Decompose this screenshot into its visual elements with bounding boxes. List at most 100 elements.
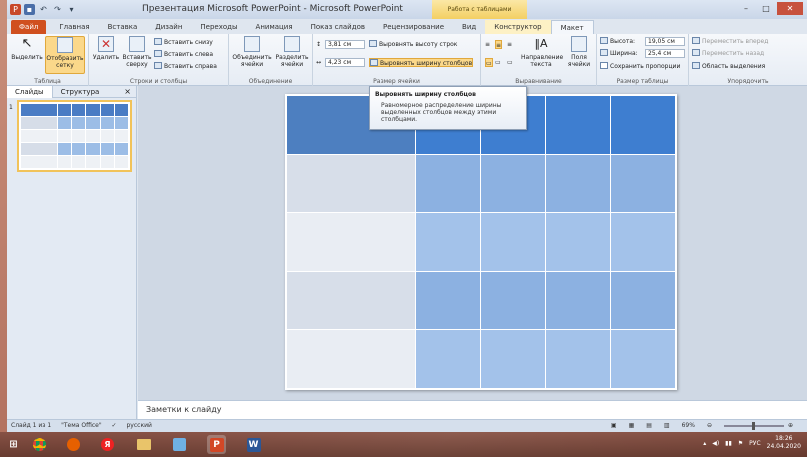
cell-margins-button[interactable]: Поля ячейки (565, 36, 593, 68)
chrome-icon[interactable] (30, 435, 49, 454)
distribute-columns-button[interactable]: Выровнять ширину столбцов (369, 58, 474, 67)
table-cell[interactable] (287, 330, 415, 388)
lock-aspect-ratio-checkbox[interactable]: Сохранить пропорции (600, 62, 680, 71)
word-taskbar-icon[interactable]: W (244, 435, 263, 454)
redo-icon[interactable]: ↷ (52, 4, 63, 15)
zoom-level[interactable]: 69% (682, 420, 695, 432)
clock[interactable]: 18:26 24.04.2020 (767, 435, 801, 451)
align-center-icon[interactable]: ≡ (495, 40, 503, 49)
table-cell[interactable] (611, 96, 675, 154)
network-icon[interactable]: ▮▮ (725, 440, 732, 447)
theme-name[interactable]: "Тема Office" (61, 422, 102, 429)
flag-icon[interactable]: ⚑ (738, 440, 743, 447)
powerpoint-logo-icon[interactable]: P (10, 4, 21, 15)
close-pane-icon[interactable]: × (124, 87, 131, 96)
customize-qat-icon[interactable]: ▾ (66, 4, 77, 15)
yandex-browser-icon[interactable]: Я (98, 435, 117, 454)
zoom-out-icon[interactable]: ⊖ (707, 420, 712, 432)
undo-icon[interactable]: ↶ (38, 4, 49, 15)
table-cell[interactable] (611, 154, 675, 213)
text-direction-button[interactable]: ‖A Направление текста (521, 36, 563, 68)
close-icon[interactable]: ✕ (777, 2, 803, 15)
normal-view-icon[interactable]: ▣ (611, 420, 617, 432)
keyboard-language[interactable]: РУС (749, 440, 760, 447)
slideshow-icon[interactable]: ▥ (664, 420, 670, 432)
table-cell[interactable] (546, 213, 610, 271)
split-cells-button[interactable]: Разделить ячейки (273, 36, 311, 68)
tab-slides[interactable]: Слайды (7, 85, 53, 98)
table-cell[interactable] (416, 330, 480, 388)
tray-arrow-icon[interactable]: ▴ (703, 440, 706, 447)
table-width-input[interactable]: 25,4 см (645, 49, 685, 58)
insert-right-button[interactable]: Вставить справа (154, 62, 217, 71)
firefox-icon[interactable] (64, 435, 83, 454)
table-cell[interactable] (416, 271, 480, 330)
slide-table[interactable] (287, 96, 675, 388)
table-cell[interactable] (611, 330, 675, 388)
align-middle-icon[interactable]: ▭ (495, 58, 501, 67)
notes-field[interactable]: Заметки к слайду (138, 400, 807, 419)
row-height-input[interactable]: 3,81 см (325, 40, 365, 49)
tab-design[interactable]: Дизайн (146, 20, 191, 34)
table-cell[interactable] (546, 96, 610, 154)
maximize-icon[interactable]: □ (757, 2, 775, 15)
powerpoint-taskbar-icon[interactable]: P (207, 435, 226, 454)
language-indicator[interactable]: русский (127, 422, 152, 429)
table-height-input[interactable]: 19,05 см (645, 37, 685, 46)
table-cell[interactable] (481, 154, 545, 213)
align-bottom-icon[interactable]: ▭ (507, 58, 513, 67)
merge-cells-button[interactable]: Объединить ячейки (232, 36, 272, 68)
table-cell[interactable] (287, 271, 415, 330)
tab-outline[interactable]: Структура (53, 86, 108, 98)
insert-below-button[interactable]: Вставить снизу (154, 38, 213, 47)
align-right-icon[interactable]: ≡ (507, 40, 512, 49)
table-cell[interactable] (481, 213, 545, 271)
table-cell[interactable] (416, 213, 480, 271)
delete-button[interactable]: ✕ Удалить (92, 36, 120, 61)
selection-pane-button[interactable]: Область выделения (692, 62, 765, 71)
tab-slideshow[interactable]: Показ слайдов (302, 20, 374, 34)
table-cell[interactable] (287, 154, 415, 213)
table-cell[interactable] (416, 154, 480, 213)
insert-left-button[interactable]: Вставить слева (154, 50, 213, 59)
tab-table-design[interactable]: Конструктор (485, 20, 551, 34)
file-explorer-icon[interactable] (134, 435, 153, 454)
save-icon[interactable]: ▪ (24, 4, 35, 15)
table-cell[interactable] (546, 271, 610, 330)
table-cell[interactable] (611, 271, 675, 330)
send-backward-button[interactable]: Переместить назад (692, 49, 764, 58)
table-cell[interactable] (481, 330, 545, 388)
volume-icon[interactable]: ◀) (712, 440, 719, 447)
tab-insert[interactable]: Вставка (99, 20, 147, 34)
slide-canvas[interactable] (285, 94, 677, 390)
spellcheck-icon[interactable]: ✓ (112, 422, 117, 429)
tab-animations[interactable]: Анимация (247, 20, 302, 34)
tab-table-layout[interactable]: Макет (550, 20, 594, 34)
distribute-rows-button[interactable]: Выровнять высоту строк (369, 40, 457, 49)
slide-thumbnail[interactable] (17, 100, 132, 172)
align-left-icon[interactable]: ≡ (485, 40, 490, 49)
align-top-icon[interactable]: ▭ (485, 58, 493, 67)
zoom-in-icon[interactable]: ⊕ (788, 420, 793, 432)
table-cell[interactable] (611, 213, 675, 271)
insert-above-button[interactable]: Вставить сверху (122, 36, 152, 68)
bring-forward-button[interactable]: Переместить вперед (692, 37, 768, 46)
view-gridlines-button[interactable]: Отобразить сетку (45, 36, 85, 74)
tab-file[interactable]: Файл (11, 20, 47, 34)
zoom-slider-thumb[interactable] (751, 422, 755, 430)
table-cell[interactable] (546, 330, 610, 388)
tab-home[interactable]: Главная (50, 20, 98, 34)
table-cell[interactable] (287, 213, 415, 271)
select-button[interactable]: ↖ Выделить (10, 36, 44, 61)
tab-transitions[interactable]: Переходы (191, 20, 246, 34)
table-cell[interactable] (481, 271, 545, 330)
minimize-icon[interactable]: – (737, 2, 755, 15)
slide-sorter-icon[interactable]: ▦ (629, 420, 635, 432)
paint-icon[interactable] (170, 435, 189, 454)
start-button-icon[interactable]: ⊞ (4, 435, 23, 454)
column-width-input[interactable]: 4,23 см (325, 58, 365, 67)
tab-review[interactable]: Рецензирование (374, 20, 453, 34)
zoom-slider[interactable] (723, 422, 784, 430)
tab-view[interactable]: Вид (453, 20, 485, 34)
reading-view-icon[interactable]: ▤ (646, 420, 652, 432)
